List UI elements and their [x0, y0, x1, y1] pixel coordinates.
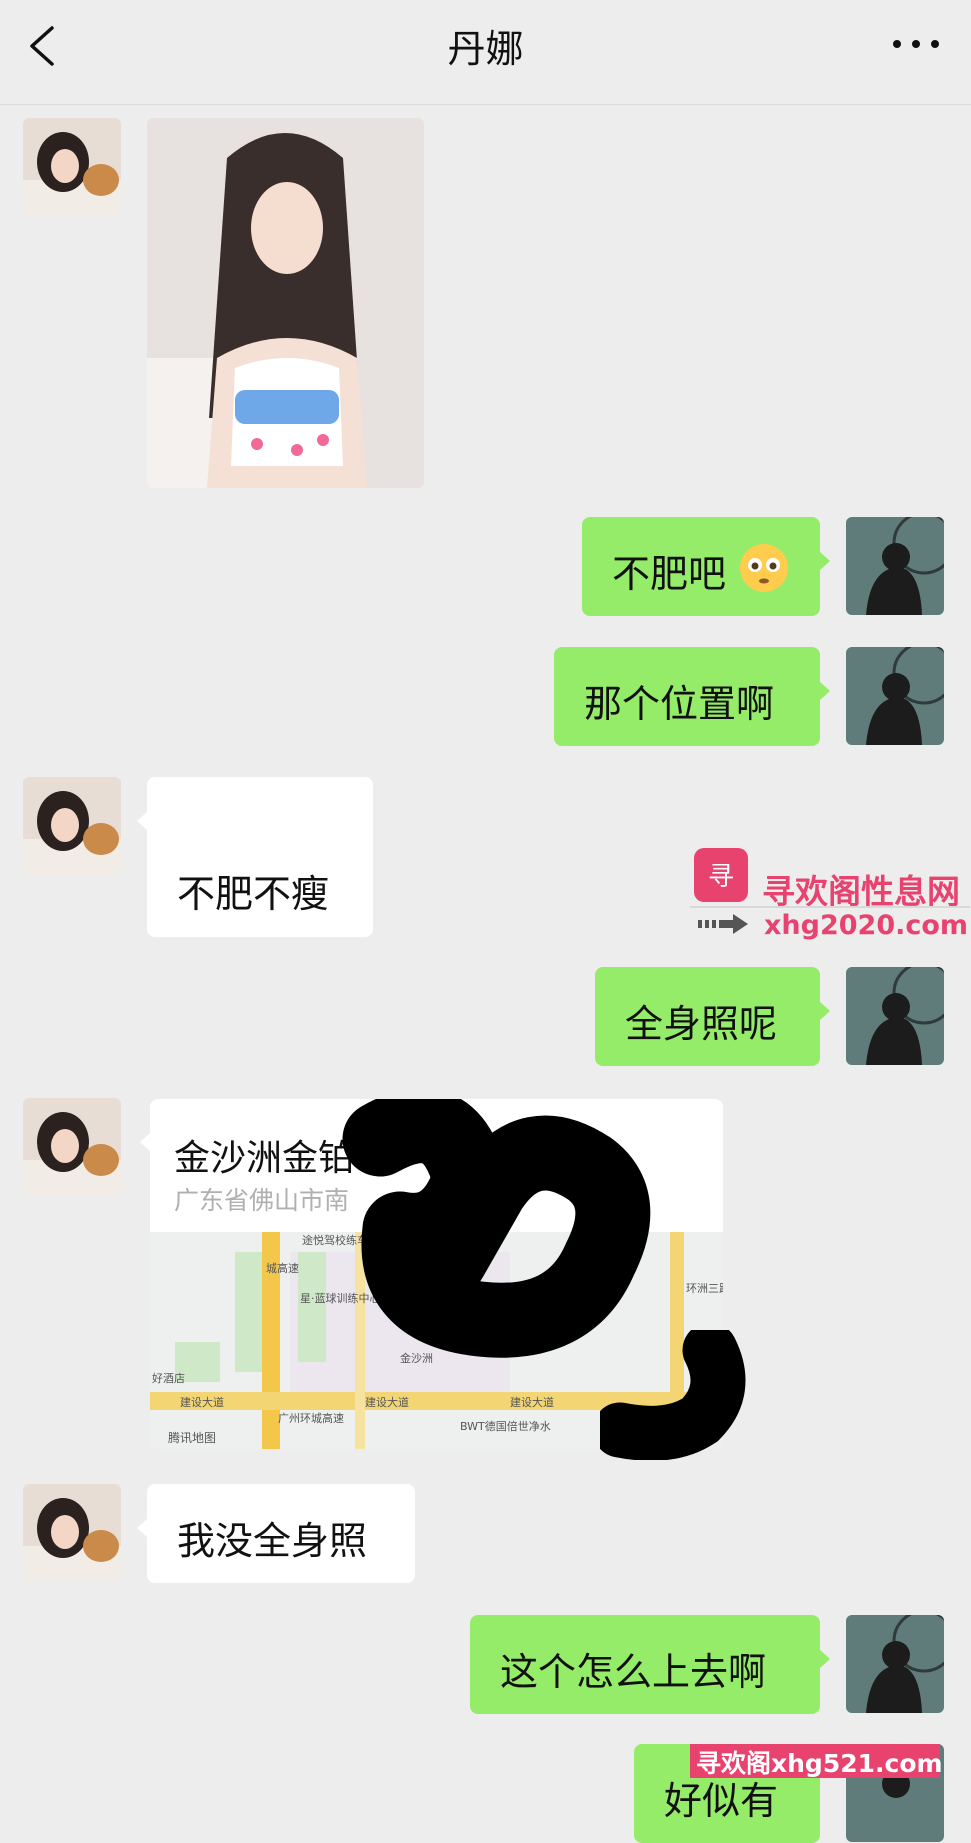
svg-text:寻: 寻 [708, 862, 734, 892]
contact-avatar[interactable] [23, 118, 121, 216]
sent-message-bubble[interactable]: 这个怎么上去啊 [470, 1615, 830, 1714]
sent-message-bubble[interactable]: 全身照呢 [595, 967, 830, 1066]
message-text: 我没全身照 [177, 1519, 368, 1563]
user-avatar[interactable] [846, 1615, 944, 1713]
flushed-emoji-icon [740, 544, 788, 592]
contact-avatar[interactable] [23, 1484, 121, 1582]
contact-avatar[interactable] [23, 1098, 121, 1196]
user-avatar[interactable] [846, 967, 944, 1065]
watermark-logo-icon: 寻 [694, 848, 748, 902]
received-message-bubble[interactable]: 我没全身照 [137, 1484, 415, 1583]
message-text: 这个怎么上去啊 [500, 1650, 767, 1694]
message-text: 不肥吧 [612, 552, 727, 596]
received-photo[interactable] [147, 118, 424, 488]
sent-message-bubble[interactable]: 不肥吧 [582, 517, 830, 616]
message-text: 不肥不瘦 [177, 872, 330, 916]
chat-title: 丹娜 [447, 27, 524, 71]
user-avatar[interactable] [846, 517, 944, 615]
user-avatar[interactable] [846, 647, 944, 745]
watermark-arrow-icon [698, 914, 748, 934]
watermark-bottom: 寻欢阁xhg521.com [696, 1749, 943, 1778]
watermark-divider [690, 906, 970, 908]
more-options-icon[interactable] [891, 34, 941, 54]
watermark-url: xhg2020.com [764, 910, 969, 941]
sent-message-bubble[interactable]: 那个位置啊 [554, 647, 830, 746]
contact-avatar[interactable] [23, 777, 121, 875]
message-text: 那个位置啊 [584, 682, 775, 726]
message-text: 全身照呢 [625, 1002, 778, 1046]
chat-header: 丹娜 [0, 0, 971, 105]
redaction-scribble [600, 1330, 746, 1460]
received-message-bubble[interactable]: 不肥不瘦 [137, 777, 373, 937]
message-text: 好似有 [664, 1779, 779, 1823]
